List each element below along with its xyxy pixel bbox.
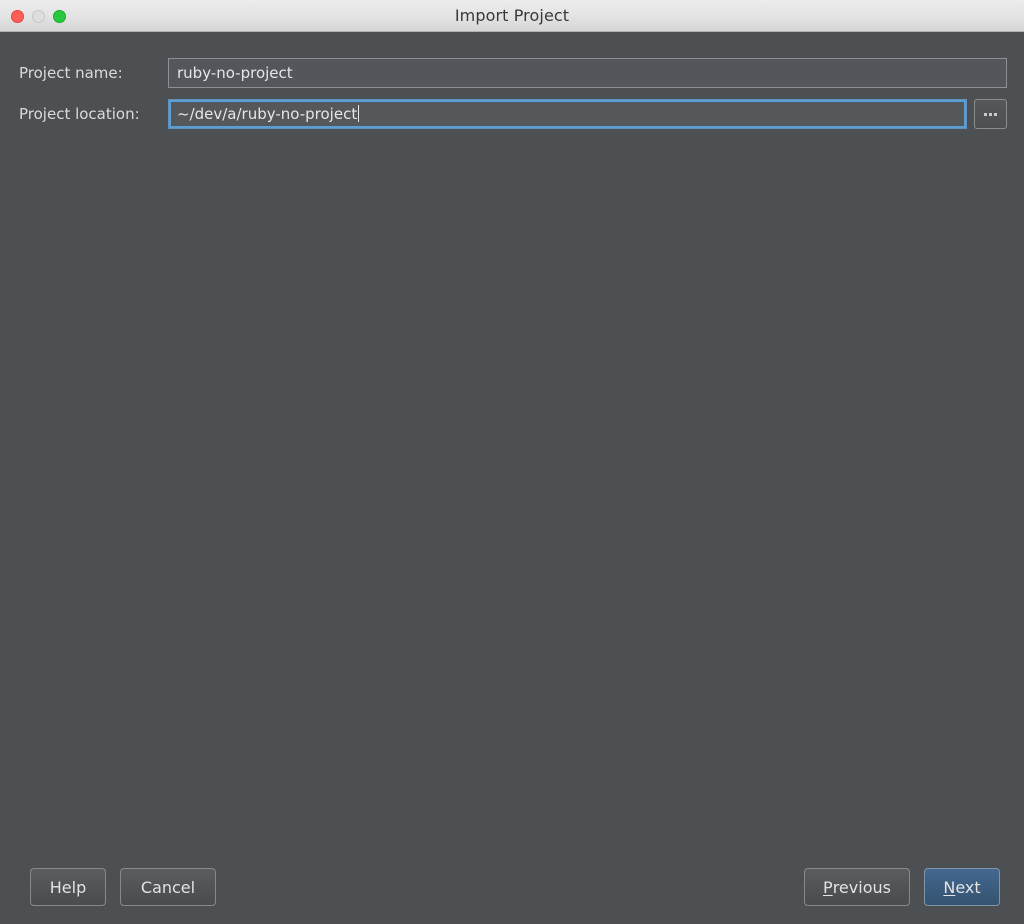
previous-button-label: revious [832,877,891,897]
next-button-label: ext [955,877,981,897]
cancel-button[interactable]: Cancel [120,868,216,906]
footer-right-buttons: Previous Next [804,868,1000,906]
minimize-window-button[interactable] [32,9,45,23]
import-project-form: Project name: ruby-no-project Project lo… [0,58,1024,140]
project-location-field-group: ~/dev/a/ruby-no-project [168,99,1007,129]
project-name-label: Project name: [19,64,123,82]
ellipsis-dot-icon [984,112,987,116]
previous-button[interactable]: Previous [804,868,910,906]
project-location-label: Project location: [19,105,140,123]
maximize-window-button[interactable] [53,9,66,23]
window-controls [11,0,66,32]
footer-left-buttons: Help Cancel [30,868,216,906]
ellipsis-dot-icon [994,112,997,116]
help-button[interactable]: Help [30,868,106,906]
project-location-row: Project location: ~/dev/a/ruby-no-projec… [0,99,1024,129]
dialog-footer: Help Cancel Previous Next [0,850,1024,924]
title-bar: Import Project [0,0,1024,32]
browse-folder-button[interactable] [974,99,1007,129]
next-button-mnemonic: N [943,877,956,897]
window-title: Import Project [454,6,570,25]
dialog-body: Project name: ruby-no-project Project lo… [0,32,1024,924]
import-project-dialog: Import Project Project name: ruby-no-pro… [0,0,1024,924]
project-name-input[interactable]: ruby-no-project [168,58,1007,88]
text-caret [358,105,360,122]
close-window-button[interactable] [11,9,24,23]
project-location-value: ~/dev/a/ruby-no-project [177,105,358,123]
project-name-row: Project name: ruby-no-project [0,58,1024,88]
previous-button-mnemonic: P [823,877,833,897]
next-button[interactable]: Next [924,868,1000,906]
ellipsis-dot-icon [989,112,992,116]
project-location-input[interactable]: ~/dev/a/ruby-no-project [168,99,967,129]
